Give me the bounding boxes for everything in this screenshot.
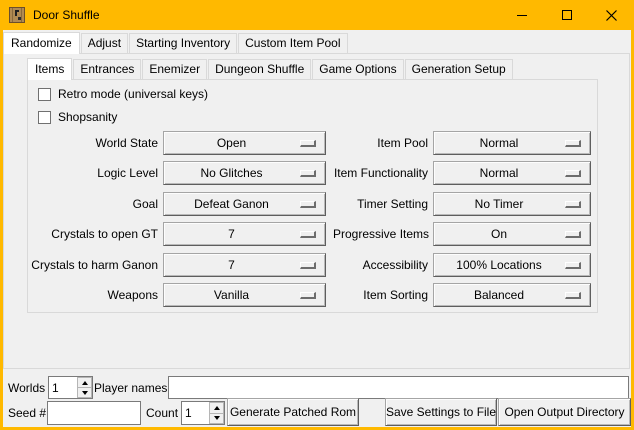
generate-patched-rom-button[interactable]: Generate Patched Rom	[227, 398, 359, 426]
subtab-dungeon-shuffle[interactable]: Dungeon Shuffle	[208, 59, 311, 79]
item-functionality-label: Item Functionality	[333, 161, 433, 185]
crystals-ganon-dropdown[interactable]: 7	[163, 253, 326, 277]
door-icon	[9, 7, 25, 23]
maximize-button[interactable]	[544, 0, 589, 30]
spin-down-icon	[214, 416, 220, 420]
dropdown-indicator-icon	[300, 292, 316, 299]
accessibility-label: Accessibility	[333, 253, 433, 277]
field-progressive-items: Progressive Items On	[333, 222, 591, 246]
progressive-items-dropdown[interactable]: On	[433, 222, 591, 246]
field-timer-setting: Timer Setting No Timer	[333, 192, 591, 216]
shopsanity-checkbox[interactable]	[38, 111, 51, 124]
dropdown-indicator-icon	[565, 292, 581, 299]
titlebar[interactable]: Door Shuffle	[0, 0, 634, 30]
client-area: Randomize Adjust Starting Inventory Cust…	[3, 30, 631, 427]
minimize-button[interactable]	[499, 0, 544, 30]
field-goal: Goal Defeat Ganon	[27, 192, 326, 216]
spin-up-icon	[82, 381, 88, 385]
field-accessibility: Accessibility 100% Locations	[333, 253, 591, 277]
crystals-gt-label: Crystals to open GT	[27, 222, 163, 246]
field-item-sorting: Item Sorting Balanced	[333, 283, 591, 307]
seed-input[interactable]	[47, 401, 141, 425]
logic-level-label: Logic Level	[27, 161, 163, 185]
count-spinbox[interactable]: 1	[181, 401, 225, 425]
dropdown-indicator-icon	[300, 231, 316, 238]
progressive-items-label: Progressive Items	[333, 222, 433, 246]
dropdown-indicator-icon	[565, 140, 581, 147]
accessibility-dropdown[interactable]: 100% Locations	[433, 253, 591, 277]
minimize-icon	[517, 15, 527, 16]
subtab-generation-setup[interactable]: Generation Setup	[405, 59, 513, 79]
tab-adjust[interactable]: Adjust	[81, 33, 128, 53]
dropdown-indicator-icon	[300, 140, 316, 147]
subtab-enemizer[interactable]: Enemizer	[142, 59, 207, 79]
retro-mode-row: Retro mode (universal keys)	[38, 87, 208, 101]
item-functionality-dropdown[interactable]: Normal	[433, 161, 591, 185]
app-window: Door Shuffle Randomize Adjust Starting I…	[0, 0, 634, 430]
close-button[interactable]	[589, 0, 634, 30]
subtab-entrances[interactable]: Entrances	[73, 59, 141, 79]
tab-starting-inventory[interactable]: Starting Inventory	[129, 33, 237, 53]
field-world-state: World State Open	[27, 131, 326, 155]
worlds-spinbox[interactable]: 1	[48, 376, 93, 399]
close-icon	[606, 10, 617, 21]
shopsanity-row: Shopsanity	[38, 110, 117, 124]
player-names-label: Player names	[94, 377, 167, 399]
save-settings-button[interactable]: Save Settings to File	[385, 398, 497, 426]
weapons-dropdown[interactable]: Vanilla	[163, 283, 326, 307]
tab-randomize[interactable]: Randomize	[3, 32, 80, 54]
dropdown-indicator-icon	[300, 262, 316, 269]
seed-label: Seed #	[8, 402, 46, 424]
main-tab-bar: Randomize Adjust Starting Inventory Cust…	[3, 30, 349, 53]
field-item-functionality: Item Functionality Normal	[333, 161, 591, 185]
weapons-label: Weapons	[27, 283, 163, 307]
goal-label: Goal	[27, 192, 163, 216]
item-sorting-dropdown[interactable]: Balanced	[433, 283, 591, 307]
subtab-items[interactable]: Items	[27, 58, 72, 80]
item-sorting-label: Item Sorting	[333, 283, 433, 307]
shopsanity-label: Shopsanity	[58, 110, 117, 124]
retro-mode-checkbox[interactable]	[38, 88, 51, 101]
crystals-ganon-label: Crystals to harm Ganon	[27, 253, 163, 277]
dropdown-indicator-icon	[300, 201, 316, 208]
spin-down-button[interactable]	[209, 414, 224, 425]
timer-setting-label: Timer Setting	[333, 192, 433, 216]
spin-up-icon	[214, 406, 220, 410]
window-controls	[499, 0, 634, 30]
dropdown-indicator-icon	[565, 231, 581, 238]
spin-up-button[interactable]	[209, 402, 224, 414]
item-pool-dropdown[interactable]: Normal	[433, 131, 591, 155]
world-state-dropdown[interactable]: Open	[163, 131, 326, 155]
field-crystals-gt: Crystals to open GT 7	[27, 222, 326, 246]
dropdown-indicator-icon	[565, 170, 581, 177]
timer-setting-dropdown[interactable]: No Timer	[433, 192, 591, 216]
subtab-game-options[interactable]: Game Options	[312, 59, 403, 79]
field-weapons: Weapons Vanilla	[27, 283, 326, 307]
crystals-gt-dropdown[interactable]: 7	[163, 222, 326, 246]
goal-dropdown[interactable]: Defeat Ganon	[163, 192, 326, 216]
dropdown-indicator-icon	[565, 262, 581, 269]
field-logic-level: Logic Level No Glitches	[27, 161, 326, 185]
window-title: Door Shuffle	[33, 8, 100, 22]
dropdown-indicator-icon	[300, 170, 316, 177]
spin-down-icon	[82, 391, 88, 395]
field-crystals-ganon: Crystals to harm Ganon 7	[27, 253, 326, 277]
retro-mode-label: Retro mode (universal keys)	[58, 87, 208, 101]
sub-tab-bar: Items Entrances Enemizer Dungeon Shuffle…	[27, 56, 514, 79]
player-names-input[interactable]	[168, 376, 629, 399]
spin-down-button[interactable]	[77, 388, 92, 398]
spin-up-button[interactable]	[77, 377, 92, 388]
worlds-label: Worlds	[8, 377, 45, 399]
dropdown-indicator-icon	[565, 201, 581, 208]
item-pool-label: Item Pool	[333, 131, 433, 155]
maximize-icon	[562, 10, 572, 20]
world-state-label: World State	[27, 131, 163, 155]
logic-level-dropdown[interactable]: No Glitches	[163, 161, 326, 185]
open-output-directory-button[interactable]: Open Output Directory	[498, 398, 631, 426]
count-label: Count	[146, 402, 178, 424]
tab-custom-item-pool[interactable]: Custom Item Pool	[238, 33, 347, 53]
field-item-pool: Item Pool Normal	[333, 131, 591, 155]
